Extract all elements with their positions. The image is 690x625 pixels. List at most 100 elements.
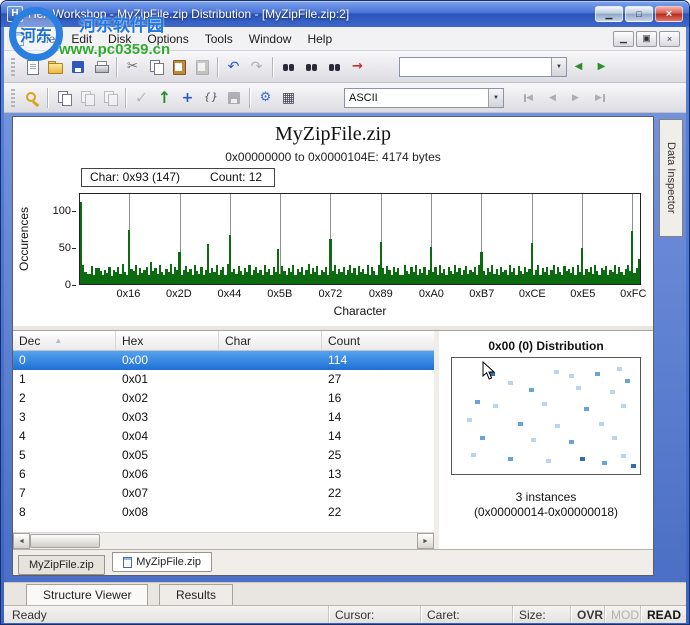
- distribution-point: [569, 374, 574, 378]
- mdi-restore-button[interactable]: ▣: [636, 31, 657, 47]
- column-header-dec[interactable]: Dec ▲: [13, 331, 116, 350]
- table-row[interactable]: 50x0525: [13, 446, 434, 465]
- undo-button[interactable]: [222, 55, 245, 79]
- find-button[interactable]: [277, 55, 300, 79]
- toolbar-grip[interactable]: [11, 58, 15, 76]
- structures-button[interactable]: [199, 86, 222, 110]
- table-row[interactable]: 00x00114: [13, 351, 434, 370]
- column-label: Dec: [19, 334, 40, 348]
- table-cell: 4: [13, 427, 116, 446]
- menu-item-window[interactable]: Window: [241, 28, 300, 50]
- menu-item-options[interactable]: Options: [139, 28, 196, 50]
- find-backward-button[interactable]: [323, 55, 346, 79]
- menubar-items: FileEditDiskOptionsToolsWindowHelp: [28, 28, 613, 50]
- save-view-button[interactable]: [222, 86, 245, 110]
- status-cursor-label: Cursor:: [328, 606, 420, 623]
- menu-item-help[interactable]: Help: [299, 28, 340, 50]
- table-row[interactable]: 10x0127: [13, 370, 434, 389]
- compare-prev-button[interactable]: [98, 86, 121, 110]
- scroll-right-button[interactable]: ►: [417, 533, 434, 549]
- table-cell: 0x01: [116, 370, 219, 389]
- chevron-down-icon[interactable]: ▼: [551, 58, 566, 76]
- close-button[interactable]: ×: [655, 6, 683, 22]
- options-gear-button[interactable]: [254, 86, 277, 110]
- redo-button[interactable]: [245, 55, 268, 79]
- mdi-window-controls: ▁ ▣ ×: [613, 31, 680, 47]
- distribution-map[interactable]: [451, 357, 641, 475]
- table-row[interactable]: 80x0822: [13, 503, 434, 522]
- menu-item-file[interactable]: File: [28, 28, 63, 50]
- nav-last-button[interactable]: [587, 86, 610, 110]
- paste-special-button[interactable]: [190, 55, 213, 79]
- chevron-down-icon[interactable]: ▼: [488, 89, 503, 107]
- x-tick-label: 0x5B: [267, 288, 292, 300]
- checksum-button[interactable]: [130, 86, 153, 110]
- column-header-char[interactable]: Char: [219, 331, 322, 350]
- compare-next-button[interactable]: [75, 86, 98, 110]
- statusbar: Ready Cursor: Caret: Size: OVR MOD READ: [4, 605, 686, 623]
- new-file-button[interactable]: [20, 55, 43, 79]
- paste-button[interactable]: [167, 55, 190, 79]
- mouse-cursor-icon: [482, 361, 495, 385]
- doc-tab-myzipfile-1[interactable]: MyZipFile.zip: [18, 555, 105, 575]
- column-header-count[interactable]: Count: [322, 331, 434, 350]
- menu-item-tools[interactable]: Tools: [197, 28, 241, 50]
- x-tick-label: 0xCE: [519, 288, 546, 300]
- scroll-left-button[interactable]: ◄: [13, 533, 30, 549]
- nav-first-button[interactable]: [518, 86, 541, 110]
- table-row[interactable]: 30x0314: [13, 408, 434, 427]
- minimize-button[interactable]: ▁: [595, 6, 623, 22]
- export-button[interactable]: [153, 86, 176, 110]
- status-read-indicator[interactable]: READ: [640, 606, 686, 623]
- menu-item-edit[interactable]: Edit: [63, 28, 100, 50]
- nav-next-button[interactable]: [564, 86, 587, 110]
- calculator-button[interactable]: [277, 86, 300, 110]
- toolbar-grip[interactable]: [11, 89, 15, 107]
- new-file-icon: [24, 59, 40, 75]
- nav-next-icon: [568, 90, 584, 106]
- status-mod-indicator[interactable]: MOD: [604, 606, 640, 623]
- nav-previous-button[interactable]: [541, 86, 564, 110]
- cut-button[interactable]: [121, 55, 144, 79]
- search-combo[interactable]: ▼: [399, 57, 567, 77]
- table-row[interactable]: 60x0613: [13, 465, 434, 484]
- status-ovr-indicator[interactable]: OVR: [570, 606, 604, 623]
- table-row[interactable]: 70x0722: [13, 484, 434, 503]
- scrollbar-track[interactable]: [100, 533, 417, 549]
- encoding-select[interactable]: ASCII ▼: [344, 88, 504, 108]
- menu-item-disk[interactable]: Disk: [100, 28, 139, 50]
- tab-structure-viewer[interactable]: Structure Viewer: [26, 584, 148, 607]
- table-cell: 16: [322, 389, 434, 408]
- horizontal-scrollbar[interactable]: ◄ ►: [13, 532, 434, 549]
- data-inspector-tab[interactable]: Data Inspector: [659, 119, 683, 237]
- mdi-close-button[interactable]: ×: [659, 31, 680, 47]
- save-button[interactable]: [66, 55, 89, 79]
- search-input[interactable]: [400, 59, 551, 75]
- column-header-hex[interactable]: Hex: [116, 331, 219, 350]
- distribution-point: [554, 370, 559, 374]
- previous-bookmark-button[interactable]: [567, 55, 590, 79]
- titlebar[interactable]: H Hex Workshop - MyZipFile.zip Distribut…: [1, 1, 689, 27]
- maximize-button[interactable]: □: [625, 6, 653, 22]
- compare-button[interactable]: [52, 86, 75, 110]
- insert-button[interactable]: [176, 86, 199, 110]
- doc-tab-myzipfile-2[interactable]: MyZipFile.zip: [112, 552, 212, 572]
- mdi-minimize-button[interactable]: ▁: [613, 31, 634, 47]
- next-bookmark-button[interactable]: [590, 55, 613, 79]
- goto-button[interactable]: [346, 55, 369, 79]
- tab-results[interactable]: Results: [159, 584, 233, 607]
- distribution-point: [576, 386, 581, 390]
- tools-button[interactable]: [20, 86, 43, 110]
- doc-tab-label: MyZipFile.zip: [136, 556, 201, 568]
- scrollbar-thumb[interactable]: [30, 534, 100, 548]
- tooltip-char-label: Char: 0x93 (147): [90, 170, 180, 184]
- table-row[interactable]: 40x0414: [13, 427, 434, 446]
- table-cell: 0x04: [116, 427, 219, 446]
- x-tick-label: 0x89: [369, 288, 393, 300]
- copy-button[interactable]: [144, 55, 167, 79]
- find-forward-button[interactable]: [300, 55, 323, 79]
- print-button[interactable]: [89, 55, 112, 79]
- table-row[interactable]: 20x0216: [13, 389, 434, 408]
- histogram-plot[interactable]: [79, 193, 641, 285]
- open-folder-button[interactable]: [43, 55, 66, 79]
